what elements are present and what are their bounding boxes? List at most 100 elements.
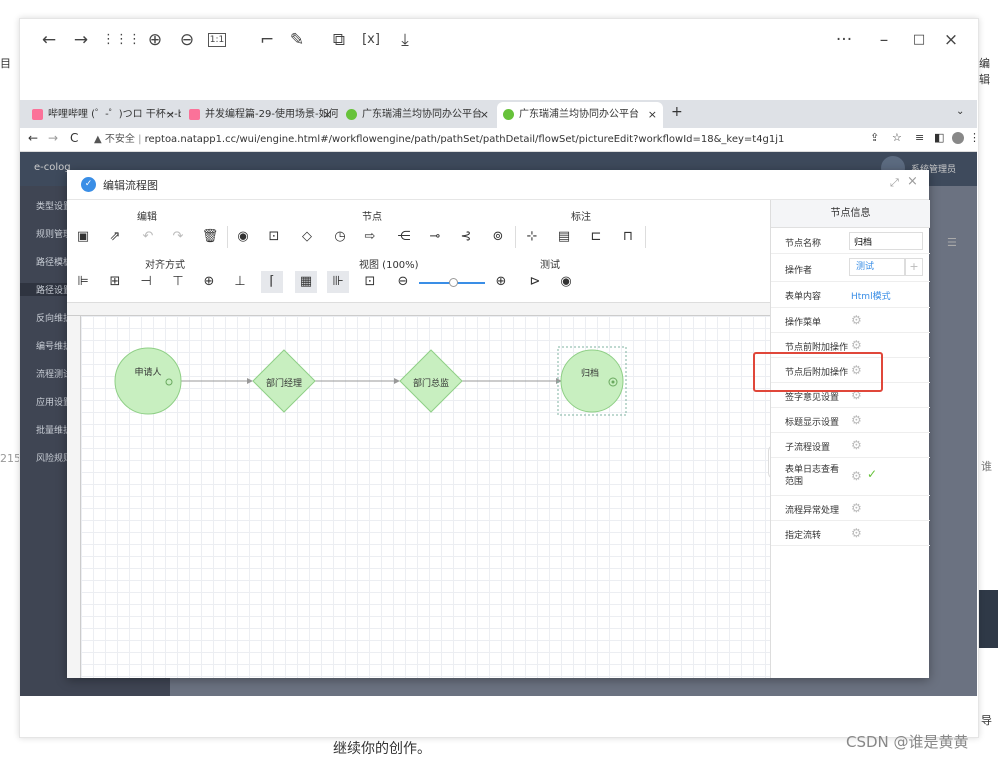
form-content-link[interactable]: Html模式 (851, 289, 891, 302)
row-form-log-range[interactable]: 表单日志查看范围 ⚙ ✓ (771, 458, 930, 496)
operator-field[interactable]: 测试 (849, 258, 905, 276)
undo-icon[interactable]: ↶ (137, 226, 159, 248)
end-node-icon[interactable]: ⊚ (487, 226, 509, 248)
profile-icon[interactable] (952, 132, 964, 144)
stop-test-icon[interactable]: ◉ (555, 271, 577, 293)
zoom-slider-handle[interactable] (449, 278, 458, 287)
align-middle-icon[interactable]: ⊕ (198, 271, 220, 293)
node-name-input[interactable] (849, 232, 923, 250)
list-icon[interactable]: ☰ (947, 236, 957, 249)
zoom-out-view-icon[interactable]: ⊖ (392, 271, 414, 293)
align-bottom-icon[interactable]: ⊥ (229, 271, 251, 293)
zoom-in-view-icon[interactable]: ⊕ (490, 271, 512, 293)
actual-size-icon[interactable]: 1:1 (208, 33, 226, 47)
close-tab-icon[interactable]: × (166, 102, 175, 128)
tab-concurrency[interactable]: 并发编程篇-29-使用场景-如何... × (183, 102, 338, 128)
row-subflow-settings[interactable]: 子流程设置 ⚙ (771, 433, 930, 458)
close-tab-icon[interactable]: × (480, 102, 489, 128)
tab-oa-2[interactable]: 广东瑞浦兰均协同办公平台 × (497, 102, 663, 128)
merge-node-icon[interactable]: ⊸ (424, 226, 446, 248)
arrow-node-icon[interactable]: ⇨ (359, 226, 381, 248)
ruler-toggle-icon[interactable]: ⊪ (327, 271, 349, 293)
branch-node-icon[interactable]: ⋲ (393, 226, 415, 248)
node-label-director[interactable]: 部门总监 (410, 376, 452, 389)
align-top-icon[interactable]: ⊤ (167, 271, 189, 293)
zoom-in-icon[interactable]: ⊕ (144, 29, 166, 51)
gear-icon[interactable]: ⚙ (851, 313, 862, 327)
back-icon[interactable]: ← (28, 131, 38, 145)
node-label-manager[interactable]: 部门经理 (263, 376, 305, 389)
gear-icon[interactable]: ⚙ (851, 501, 862, 515)
close-tab-icon[interactable]: × (323, 102, 332, 128)
close-button[interactable]: × (940, 29, 962, 51)
timer-node-icon[interactable]: ◷ (329, 226, 351, 248)
save-icon[interactable]: ▣ (72, 226, 94, 248)
node-label-applicant[interactable]: 申请人 (131, 365, 165, 378)
group-mark-icon[interactable]: ⊏ (585, 226, 607, 248)
snap-icon[interactable]: ⌈ (261, 271, 283, 293)
forward-icon[interactable]: → (48, 131, 58, 145)
fit-view-icon[interactable]: ⊡ (359, 271, 381, 293)
forward-arrow-icon[interactable]: → (70, 29, 92, 51)
node-label-archive[interactable]: 归档 (575, 366, 605, 379)
minimize-button[interactable]: – (873, 29, 895, 51)
share-icon[interactable]: ⇪ (870, 131, 879, 144)
tab-oa-1[interactable]: 广东瑞浦兰均协同办公平台 × (340, 102, 495, 128)
row-designated-flow[interactable]: 指定流转 ⚙ (771, 521, 930, 546)
operator-label: 操作者 (785, 266, 813, 276)
left-fragment-2: 215 (0, 452, 21, 465)
align-right-icon[interactable]: ⊣ (135, 271, 157, 293)
run-test-icon[interactable]: ⊳ (524, 271, 546, 293)
select-area-icon[interactable]: ⊹ (521, 226, 543, 248)
add-operator-button[interactable]: + (905, 258, 923, 276)
row-exception-handling[interactable]: 流程异常处理 ⚙ (771, 496, 930, 521)
star-icon[interactable]: ☆ (892, 131, 902, 144)
row-title-settings[interactable]: 标题显示设置 ⚙ (771, 408, 930, 433)
grid-toggle-icon[interactable]: ▦ (295, 271, 317, 293)
highlight-annotation-box (753, 352, 883, 392)
gear-icon[interactable]: ⚙ (851, 338, 862, 352)
ocr-icon[interactable]: [x] (360, 29, 382, 51)
redo-icon[interactable]: ↷ (167, 226, 189, 248)
gear-icon[interactable]: ⚙ (851, 413, 862, 427)
gear-icon[interactable]: ⚙ (851, 526, 862, 540)
vertical-ruler (67, 316, 81, 678)
flow-diagram (114, 346, 627, 416)
sidebar-icon[interactable]: ◧ (934, 131, 944, 144)
expand-icon[interactable]: ⤢ (890, 176, 899, 190)
reload-icon[interactable]: C (70, 131, 78, 145)
new-tab-button[interactable]: + (671, 104, 683, 120)
export-icon[interactable]: ⇗ (104, 226, 126, 248)
flow-canvas[interactable]: 申请人 部门经理 部门总监 归档 (81, 316, 770, 678)
decision-node-icon[interactable]: ◇ (296, 226, 318, 248)
close-tab-icon[interactable]: × (648, 102, 657, 128)
grid-icon[interactable]: ⋮⋮⋮ (102, 29, 141, 51)
close-dialog-icon[interactable]: × (907, 174, 918, 189)
tab-bilibili[interactable]: 哔哩哔哩 (゜-゜)つロ 干杯~-bili × (26, 102, 181, 128)
start-node-icon[interactable]: ◉ (232, 226, 254, 248)
menu-icon[interactable]: ⋮ (969, 131, 980, 144)
gear-icon[interactable]: ⚙ (851, 469, 862, 483)
align-left-icon[interactable]: ⊫ (72, 271, 94, 293)
node-name-label: 节点名称 (785, 239, 822, 249)
insecure-badge: ▲ 不安全 (94, 134, 135, 145)
delete-icon[interactable]: 🗑 (199, 226, 221, 248)
url-field[interactable]: ▲ 不安全 | reptoa.natapp1.cc/wui/engine.htm… (94, 131, 854, 149)
text-mark-icon[interactable]: ▤ (553, 226, 575, 248)
rotate-icon[interactable]: ⌐ (256, 29, 278, 51)
reading-list-icon[interactable]: ≡ (915, 131, 924, 144)
gear-icon[interactable]: ⚙ (851, 438, 862, 452)
zoom-out-icon[interactable]: ⊖ (176, 29, 198, 51)
subflow-node-icon[interactable]: ⊰ (455, 226, 477, 248)
edit-icon[interactable]: ✎ (286, 29, 308, 51)
save-icon[interactable]: ⤓ (394, 29, 416, 51)
maximize-button[interactable]: □ (908, 29, 930, 51)
more-button[interactable]: ··· (833, 29, 855, 51)
row-operation-menu[interactable]: 操作菜单 ⚙ (771, 308, 930, 333)
align-center-icon[interactable]: ⊞ (104, 271, 126, 293)
tab-search-chevron-icon[interactable]: ⌄ (956, 106, 964, 117)
back-arrow-icon[interactable]: ← (38, 29, 60, 51)
copy-icon[interactable]: ⧉ (328, 29, 350, 51)
process-node-icon[interactable]: ⊡ (263, 226, 285, 248)
lane-mark-icon[interactable]: ⊓ (617, 226, 639, 248)
